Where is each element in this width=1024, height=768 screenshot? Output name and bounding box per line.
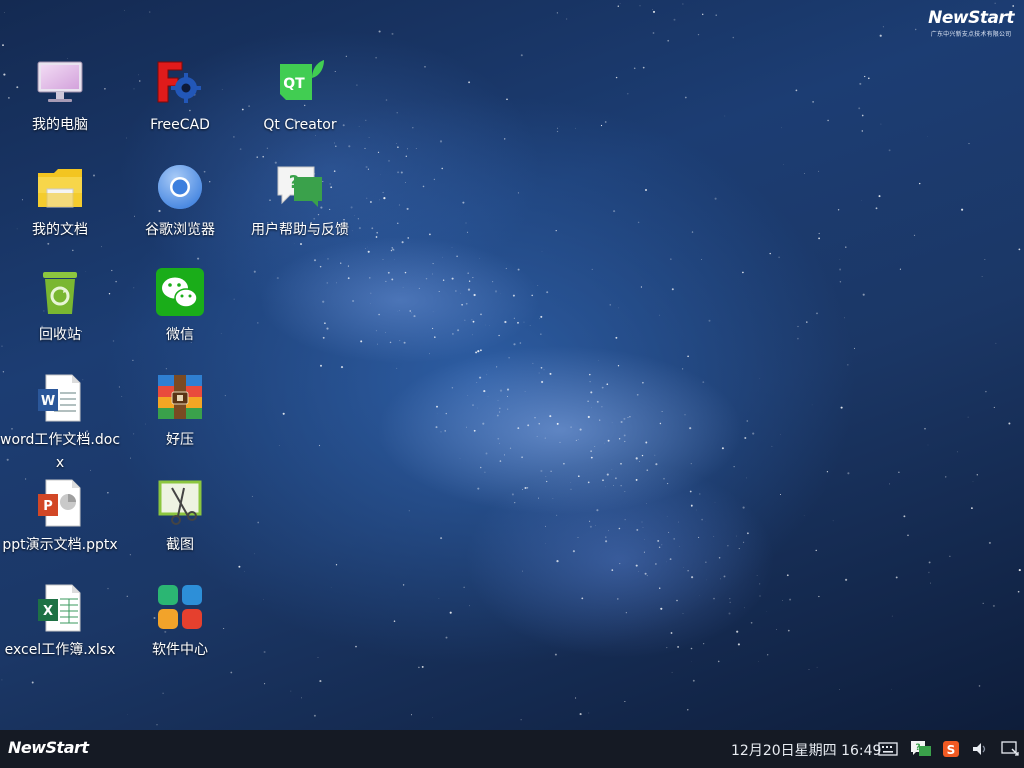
desktop-icon-chrome[interactable]: 谷歌浏览器 <box>120 163 240 242</box>
svg-text:W: W <box>41 394 55 409</box>
svg-text:S: S <box>947 743 956 757</box>
svg-text:?: ? <box>915 743 920 753</box>
archive-icon <box>154 373 206 425</box>
desktop-icon-label: 谷歌浏览器 <box>145 222 215 238</box>
desktop-icon-qt-creator[interactable]: QT Qt Creator <box>240 58 360 137</box>
chrome-icon <box>154 163 206 215</box>
desktop-icon-label: 微信 <box>166 327 194 343</box>
brand-logo: NewStart 广东中兴新支点技术有限公司 <box>928 8 1014 38</box>
powerpoint-document-icon: P <box>34 478 86 530</box>
desktop-icon-label: 回收站 <box>39 327 81 343</box>
computer-icon <box>34 58 86 110</box>
folder-icon <box>34 163 86 215</box>
excel-workbook-icon: X <box>34 583 86 635</box>
desktop-icon-software-center[interactable]: 软件中心 <box>120 583 240 662</box>
desktop-icon-excel-workbook[interactable]: X excel工作簿.xlsx <box>0 583 120 662</box>
keyboard-icon[interactable] <box>878 740 898 758</box>
brand-company: 广东中兴新支点技术有限公司 <box>930 31 1012 38</box>
desktop-icon-label: excel工作簿.xlsx <box>4 642 116 658</box>
desktop-icon-label: Qt Creator <box>263 117 337 133</box>
desktop-icon-archive[interactable]: 好压 <box>120 373 240 452</box>
desktop-icon-my-documents[interactable]: 我的文档 <box>0 163 120 242</box>
desktop-icon-word-document[interactable]: W word工作文档.docx <box>0 373 120 475</box>
taskbar: NewStart 12月20日星期四 16:49 ? S <box>0 730 1024 768</box>
freecad-icon <box>154 58 206 110</box>
volume-icon[interactable] <box>970 740 990 758</box>
svg-text:?: ? <box>289 172 299 193</box>
desktop-icon-label: 软件中心 <box>152 642 208 658</box>
desktop-icon-help-feedback[interactable]: ? 用户帮助与反馈 <box>240 163 360 242</box>
qt-creator-icon: QT <box>274 58 326 110</box>
sogou-input-icon[interactable]: S <box>942 740 962 758</box>
desktop-icon-powerpoint-document[interactable]: P ppt演示文档.pptx <box>0 478 120 557</box>
desktop-icon-recycle-bin[interactable]: 回收站 <box>0 268 120 347</box>
desktop-icon-screenshot[interactable]: 截图 <box>120 478 240 557</box>
desktop-icon-label: 截图 <box>166 537 194 553</box>
svg-text:P: P <box>43 499 53 514</box>
software-center-icon <box>154 583 206 635</box>
word-document-icon: W <box>34 373 86 425</box>
desktop-icon-label: 我的文档 <box>32 222 88 238</box>
desktop-icon-label: ppt演示文档.pptx <box>2 537 118 553</box>
clock[interactable]: 12月20日星期四 16:49 <box>731 740 881 760</box>
desktop-icon-label: word工作文档.docx <box>0 432 121 471</box>
svg-text:QT: QT <box>283 76 305 92</box>
desktop-icon-label: 好压 <box>166 432 194 448</box>
desktop-icon-my-computer[interactable]: 我的电脑 <box>0 58 120 137</box>
show-desktop-icon[interactable] <box>1000 740 1020 758</box>
start-menu-button[interactable]: NewStart <box>8 738 89 757</box>
brand-name: NewStart <box>928 8 1014 28</box>
svg-text:X: X <box>43 604 53 619</box>
desktop-icon-wechat[interactable]: 微信 <box>120 268 240 347</box>
screenshot-icon <box>154 478 206 530</box>
desktop[interactable]: 我的电脑 我的文档 回收站 W word工作文档.docx P ppt演示文档.… <box>0 0 1024 730</box>
desktop-icon-freecad[interactable]: FreeCAD <box>120 58 240 137</box>
help-feedback-icon: ? <box>274 163 326 215</box>
wechat-icon <box>154 268 206 320</box>
help-icon[interactable]: ? <box>910 740 931 758</box>
desktop-icon-label: 我的电脑 <box>32 117 88 133</box>
desktop-icon-label: FreeCAD <box>150 117 210 133</box>
recycle-bin-icon <box>34 268 86 320</box>
desktop-icon-label: 用户帮助与反馈 <box>251 222 349 238</box>
